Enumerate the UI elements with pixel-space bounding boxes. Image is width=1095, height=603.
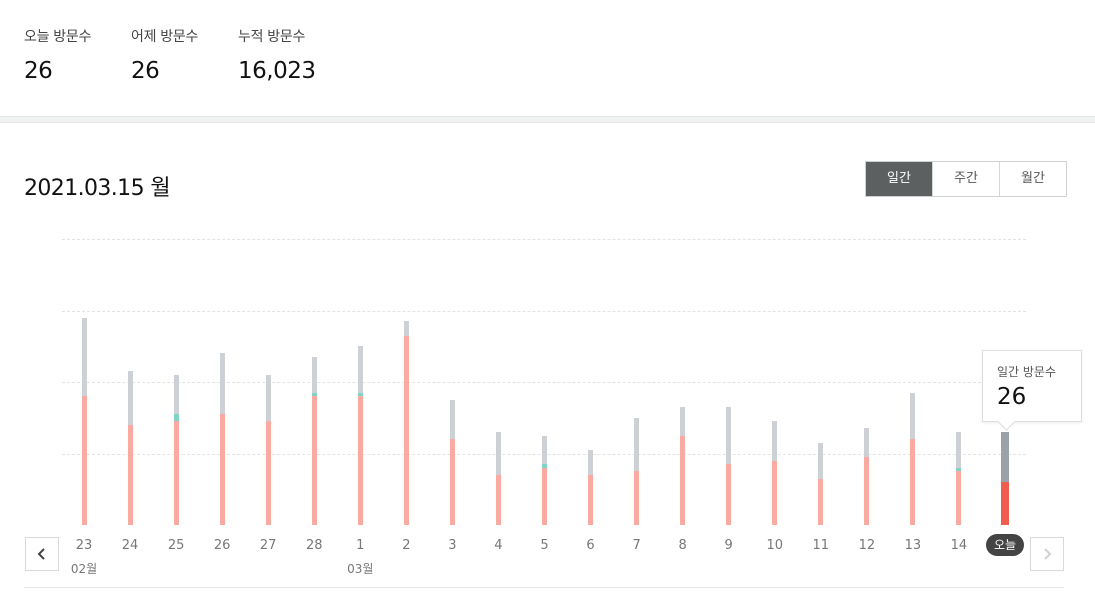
tooltip-value: 26: [997, 384, 1027, 410]
bar-total[interactable]: [910, 392, 916, 525]
x-tick-label: 12: [858, 538, 876, 553]
x-tick-label: 1: [356, 538, 365, 553]
grid-line: [62, 311, 1026, 312]
bar-new: [726, 464, 732, 525]
x-tick-label: 25: [167, 538, 185, 553]
x-tick-label: 28: [305, 538, 323, 553]
bar-total[interactable]: [81, 317, 87, 525]
today-badge: 오늘: [986, 534, 1024, 556]
bar-total[interactable]: [357, 346, 363, 525]
bar-new: [403, 335, 409, 525]
bar-new: [81, 396, 87, 525]
bar-highlight: [357, 392, 363, 397]
x-tick-label: 7: [632, 538, 641, 553]
total-visits-value: 16,023: [238, 58, 316, 84]
tab-daily[interactable]: 일간: [866, 162, 932, 196]
total-visits-label: 누적 방문수: [238, 29, 306, 45]
x-tick-label: 27: [259, 538, 277, 553]
next-button[interactable]: [1030, 537, 1064, 571]
today-visits-value: 26: [24, 58, 53, 84]
x-tick-label: 6: [586, 538, 595, 553]
bar-new: [818, 478, 824, 525]
chevron-right-icon: [1044, 548, 1052, 560]
bar-total[interactable]: [680, 407, 686, 525]
tooltip-label: 일간 방문수: [997, 365, 1057, 379]
bar-highlight: [956, 467, 962, 472]
grid-line: [62, 239, 1026, 240]
x-tick-label: 2: [402, 538, 411, 553]
bar-total[interactable]: [634, 417, 640, 525]
month-label: 02월: [70, 562, 98, 576]
bar-highlight: [311, 392, 317, 397]
bar-total[interactable]: [449, 399, 455, 525]
bar-total[interactable]: [588, 449, 594, 525]
x-tick-label: 4: [494, 538, 503, 553]
section-divider: [0, 116, 1095, 123]
bar-new: [680, 435, 686, 525]
x-tick-label: 24: [121, 538, 139, 553]
period-tabs: 일간 주간 월간: [865, 161, 1067, 197]
bar-total[interactable]: [265, 374, 271, 525]
bar-new: [588, 474, 594, 525]
bar-new: [1001, 482, 1009, 525]
chevron-left-icon: [37, 548, 45, 560]
bar-total[interactable]: [1001, 432, 1009, 525]
bar-new: [357, 396, 363, 525]
x-tick-label: 8: [678, 538, 687, 553]
bar-new: [772, 460, 778, 525]
x-tick-label: 5: [540, 538, 549, 553]
bottom-divider: [24, 587, 1064, 588]
bar-new: [956, 471, 962, 525]
bar-new: [127, 424, 133, 525]
yesterday-visits-label: 어제 방문수: [131, 29, 199, 45]
x-tick-label: 11: [812, 538, 830, 553]
x-tick-label: 13: [904, 538, 922, 553]
x-tick-label: 26: [213, 538, 231, 553]
x-tick-label: 23: [75, 538, 93, 553]
month-label: 03월: [347, 562, 374, 576]
today-visits-label: 오늘 방문수: [24, 29, 92, 45]
bar-total[interactable]: [726, 407, 732, 525]
prev-button[interactable]: [25, 537, 59, 571]
bar-total[interactable]: [956, 432, 962, 525]
bar-highlight: [542, 464, 547, 468]
yesterday-visits: 어제 방문수 26: [131, 26, 198, 84]
bar-new: [542, 467, 547, 525]
bar-total[interactable]: [864, 428, 870, 525]
x-tick-label: 14: [950, 538, 968, 553]
grid-line: [62, 382, 1026, 383]
date-title: 2021.03.15 월: [24, 176, 171, 201]
tab-monthly[interactable]: 월간: [999, 162, 1066, 196]
tooltip-arrow: [997, 412, 1016, 431]
bar-total[interactable]: [542, 435, 547, 525]
bar-new: [495, 474, 501, 525]
x-tick-label: 10: [766, 538, 784, 553]
bar-new: [219, 414, 225, 525]
bar-new: [311, 396, 317, 525]
bar-total[interactable]: [173, 374, 179, 525]
bar-total[interactable]: [818, 442, 824, 525]
bar-new: [910, 439, 916, 525]
bar-new: [864, 457, 870, 525]
bar-total[interactable]: [403, 321, 409, 525]
bar-new: [634, 471, 640, 525]
grid-line: [62, 454, 1026, 455]
bar-total[interactable]: [772, 421, 778, 525]
bar-total[interactable]: [127, 371, 133, 525]
total-visits: 누적 방문수 16,023: [238, 26, 316, 84]
bar-new: [449, 439, 455, 525]
bar-total[interactable]: [219, 353, 225, 525]
bar-new: [265, 421, 271, 525]
x-tick-label: 9: [724, 538, 733, 553]
x-tick-label: 3: [448, 538, 457, 553]
visit-stats: 오늘 방문수 26 어제 방문수 26 누적 방문수 16,023: [0, 0, 1095, 116]
bar-new: [173, 421, 179, 525]
bar-total[interactable]: [495, 432, 501, 525]
visits-tooltip: 일간 방문수 26: [982, 350, 1082, 431]
yesterday-visits-value: 26: [131, 58, 160, 84]
today-visits: 오늘 방문수 26: [24, 26, 91, 84]
tab-weekly[interactable]: 주간: [932, 162, 999, 196]
bar-highlight: [173, 414, 179, 422]
